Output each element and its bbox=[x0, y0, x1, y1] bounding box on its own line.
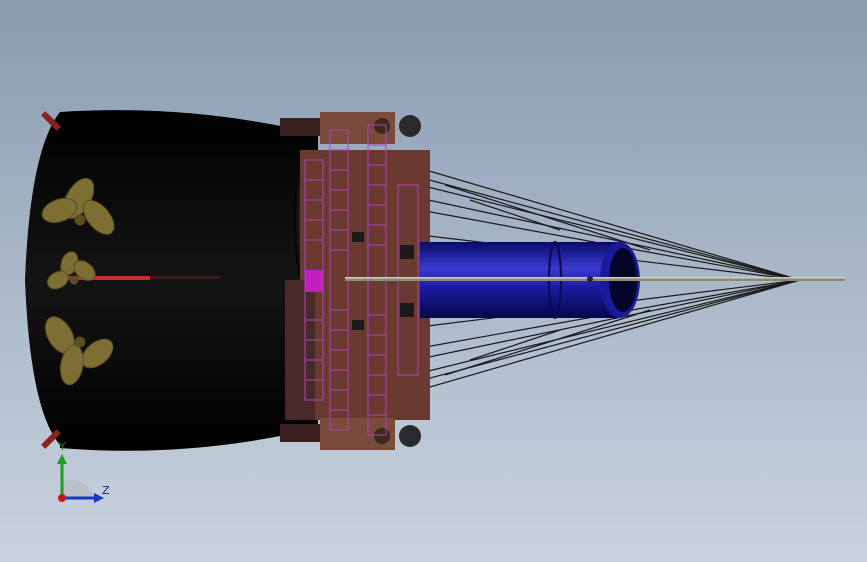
graphics-viewport[interactable]: Y Z bbox=[0, 0, 867, 562]
y-axis-label: Y bbox=[59, 440, 66, 453]
z-axis-label: Z bbox=[102, 484, 110, 497]
x-axis-dot bbox=[58, 494, 66, 502]
hull[interactable] bbox=[25, 110, 318, 451]
triad-graphic bbox=[57, 454, 104, 503]
orientation-triad[interactable]: Y Z bbox=[44, 440, 124, 510]
ship-model[interactable] bbox=[0, 0, 867, 562]
